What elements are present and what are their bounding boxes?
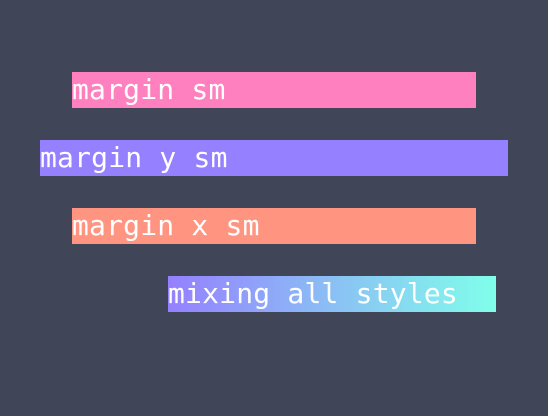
margin-sm-label: margin sm (72, 73, 226, 106)
margin-sm-bar: margin sm (72, 72, 476, 108)
margin-x-sm-label: margin x sm (72, 209, 260, 242)
mixing-all-styles-bar: mixing all styles (168, 276, 496, 312)
margin-x-sm-bar: margin x sm (72, 208, 476, 244)
margin-y-sm-label: margin y sm (40, 141, 228, 174)
mixing-all-styles-label: mixing all styles (168, 277, 458, 310)
margin-y-sm-bar: margin y sm (40, 140, 508, 176)
